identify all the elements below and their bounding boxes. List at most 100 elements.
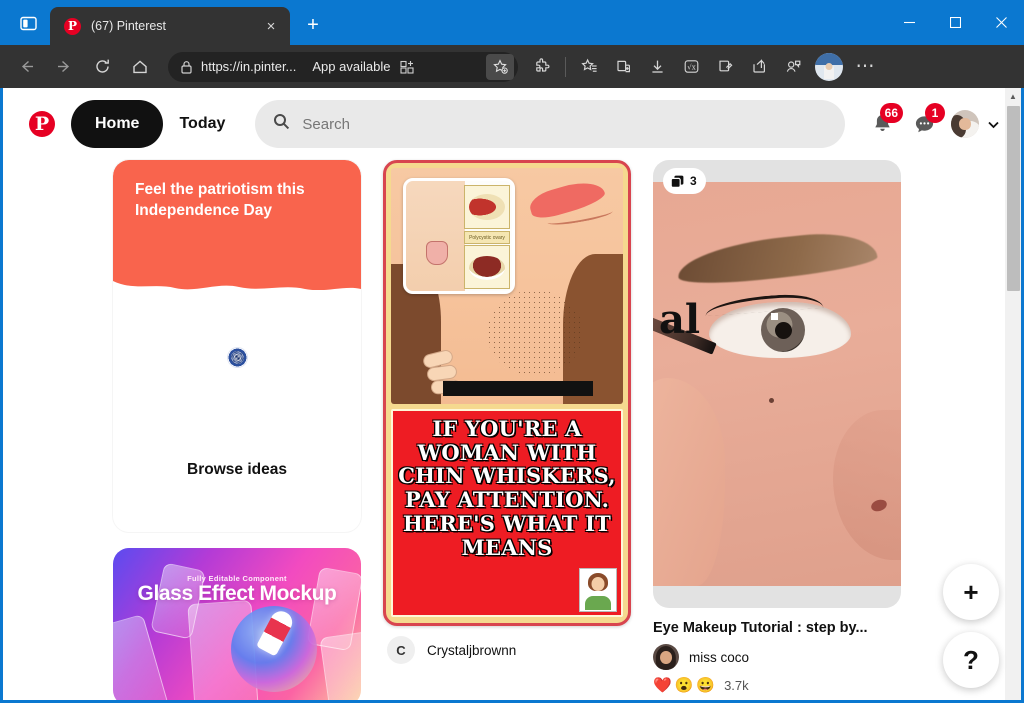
floating-action-buttons: + ?: [943, 564, 999, 688]
notifications-button[interactable]: 66: [861, 103, 903, 145]
page-viewport: P Home Today 66 1: [3, 88, 1021, 700]
help-button[interactable]: ?: [943, 632, 999, 688]
reactions-count: 3.7k: [724, 678, 749, 693]
meme-line-6: MEANS: [461, 534, 553, 560]
pinterest-header: P Home Today 66 1: [3, 88, 1021, 160]
pinterest-logo[interactable]: P: [29, 111, 55, 137]
pin-card-meme[interactable]: Polycystic ovary IF YOU'RE A WOMAN WITH …: [383, 160, 631, 664]
pin-card-patriotism[interactable]: Feel the patriotism this Independence Da…: [113, 160, 361, 532]
carousel-count: 3: [690, 174, 697, 188]
url-text: https://in.pinter...: [201, 59, 297, 74]
search-icon: [273, 113, 290, 135]
user-avatar: [653, 644, 679, 670]
page-scrollbar[interactable]: ▲: [1005, 88, 1021, 700]
meme-line-4: PAY ATTENTION.: [404, 487, 610, 513]
surprised-emoji-icon: 😮: [674, 677, 694, 694]
home-icon[interactable]: [122, 51, 158, 83]
share-icon[interactable]: [743, 51, 775, 83]
grid-column-3: 3 al Eye Makeup Tutorial: step by... mi…: [653, 160, 901, 693]
author-avatar: C: [387, 636, 415, 664]
meme-attribution[interactable]: C Crystaljbrownn: [383, 626, 631, 664]
forward-icon[interactable]: [46, 51, 82, 83]
meme-line-1: IF YOU'RE A: [432, 416, 582, 441]
smile-emoji-icon: 😀: [696, 677, 716, 694]
add-to-favorites-icon[interactable]: [486, 53, 514, 80]
inset-caption: Polycystic ovary: [464, 231, 510, 244]
avatar[interactable]: [951, 110, 979, 138]
image-overlay-text: al: [659, 296, 701, 343]
heart-emoji-icon: ❤️: [653, 677, 672, 694]
svg-text:√x: √x: [687, 63, 695, 71]
title-bar: P (67) Pinterest × +: [0, 0, 1024, 45]
address-bar[interactable]: https://in.pinter... App available: [168, 51, 518, 82]
censor-bar: [443, 381, 593, 396]
window-left-edge: [0, 88, 3, 703]
app-install-icon[interactable]: [400, 60, 415, 74]
close-icon[interactable]: ×: [260, 15, 282, 37]
maximize-button[interactable]: [932, 0, 978, 45]
patriotism-banner: Feel the patriotism this Independence Da…: [113, 160, 361, 299]
ashoka-chakra-icon: [113, 348, 361, 367]
downloads-icon[interactable]: [641, 51, 673, 83]
eye-pin-user[interactable]: miss coco: [653, 644, 901, 670]
reactions-row[interactable]: ❤️ 😮 😀 3.7k: [653, 678, 901, 693]
chevron-down-icon[interactable]: [979, 104, 1007, 144]
scrollbar-thumb[interactable]: [1007, 106, 1020, 291]
medical-diagram-inset: Polycystic ovary: [403, 178, 515, 294]
eye-makeup-image[interactable]: 3 al: [653, 160, 901, 608]
extensions-icon[interactable]: [526, 51, 558, 83]
pin-grid: Feel the patriotism this Independence Da…: [3, 160, 1021, 700]
grid-column-1: Feel the patriotism this Independence Da…: [113, 160, 361, 700]
lock-icon: [180, 60, 193, 74]
meme-line-2: WOMAN WITH: [417, 439, 597, 465]
browser-essentials-icon[interactable]: [777, 51, 809, 83]
scroll-up-button[interactable]: ▲: [1005, 88, 1021, 104]
eye-pin-title[interactable]: Eye Makeup Tutorial : step by...: [653, 620, 901, 636]
settings-and-more-icon[interactable]: ⋯: [849, 51, 881, 83]
tab-title: (67) Pinterest: [91, 19, 167, 33]
meme-photo: Polycystic ovary: [391, 168, 623, 404]
browse-ideas-label[interactable]: Browse ideas: [113, 461, 361, 479]
meme-text-block: IF YOU'RE A WOMAN WITH CHIN WHISKERS, PA…: [391, 409, 623, 617]
app-available-label[interactable]: App available: [312, 59, 390, 74]
messages-button[interactable]: 1: [903, 103, 945, 145]
meme-corner-thumbnail: [579, 568, 617, 612]
wave-edge: [113, 281, 361, 299]
close-window-button[interactable]: [978, 0, 1024, 45]
create-button[interactable]: +: [943, 564, 999, 620]
profile-avatar[interactable]: [815, 52, 843, 81]
pinterest-icon: P: [64, 17, 81, 35]
nav-home[interactable]: Home: [71, 100, 164, 148]
stacked-cards-icon: [670, 175, 684, 188]
pin-card-glass-mockup[interactable]: Fully Editable Component Glass Effect Mo…: [113, 548, 361, 700]
browser-tab[interactable]: P (67) Pinterest ×: [50, 7, 290, 45]
meme-frame: Polycystic ovary IF YOU'RE A WOMAN WITH …: [383, 160, 631, 626]
collections-icon[interactable]: [607, 51, 639, 83]
split-screen-icon[interactable]: [10, 6, 46, 40]
meme-line-3: CHIN WHISKERS,: [398, 463, 616, 489]
patriotism-title: Feel the patriotism this Independence Da…: [135, 181, 305, 219]
carousel-count-badge: 3: [663, 168, 706, 194]
search-input[interactable]: [302, 115, 827, 133]
browser-window: P (67) Pinterest × + https://in.pinter..…: [0, 0, 1024, 703]
nav-today[interactable]: Today: [163, 100, 241, 148]
pin-card-eye-makeup[interactable]: 3 al Eye Makeup Tutorial: step by... mi…: [653, 160, 901, 693]
messages-badge: 1: [925, 103, 945, 123]
minimize-button[interactable]: [886, 0, 932, 45]
search-box[interactable]: [255, 100, 845, 148]
glass-title: Glass Effect Mockup: [137, 582, 337, 605]
meme-line-5: HERE'S WHAT IT: [403, 510, 611, 536]
user-name[interactable]: miss coco: [689, 650, 749, 665]
new-tab-button[interactable]: +: [298, 10, 328, 40]
author-name[interactable]: Crystaljbrownn: [427, 643, 516, 658]
back-icon[interactable]: [8, 51, 44, 83]
favorites-icon[interactable]: [573, 51, 605, 83]
notifications-badge: 66: [879, 103, 903, 123]
screenshot-icon[interactable]: [709, 51, 741, 83]
browser-toolbar: https://in.pinter... App available √x ⋯: [0, 45, 1024, 88]
grid-column-2: Polycystic ovary IF YOU'RE A WOMAN WITH …: [383, 160, 631, 664]
window-controls: [886, 0, 1024, 45]
eye-photo: al: [653, 182, 901, 586]
refresh-icon[interactable]: [84, 51, 120, 83]
math-solver-icon[interactable]: √x: [675, 51, 707, 83]
